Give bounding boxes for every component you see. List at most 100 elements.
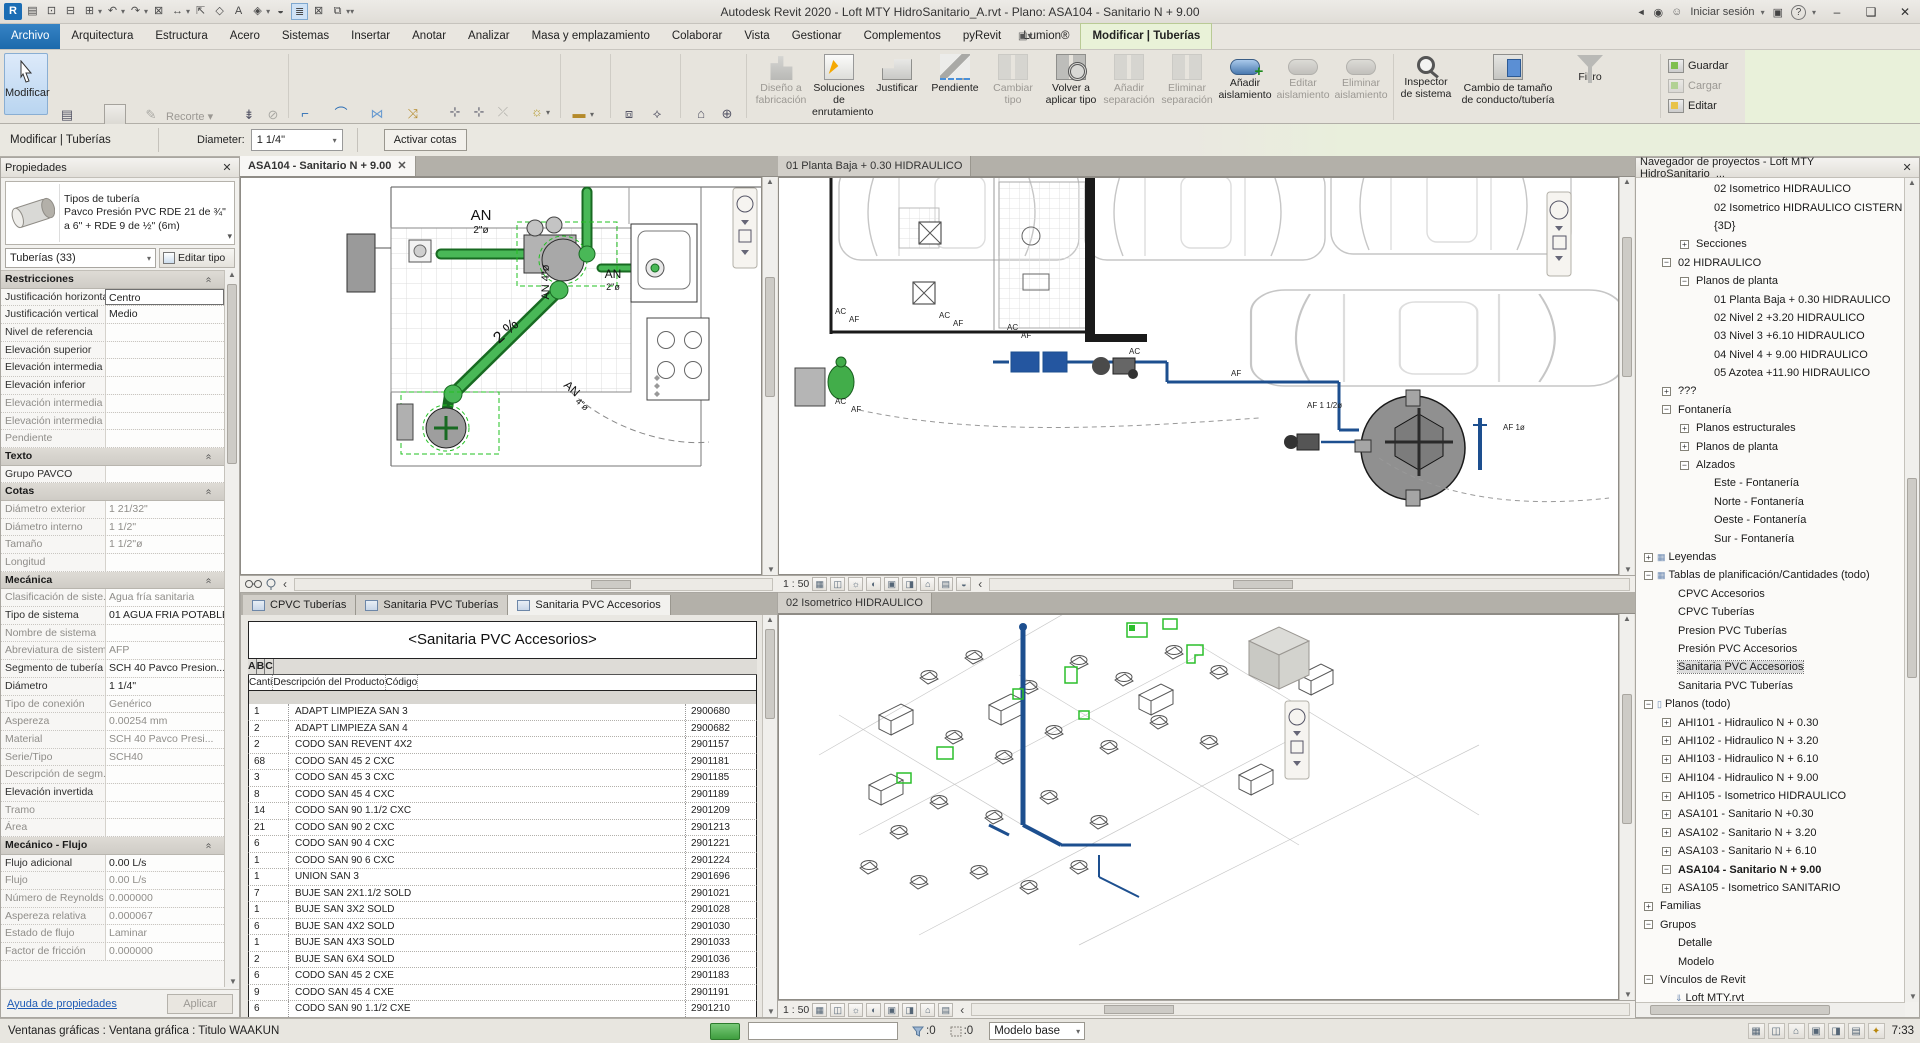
cell-description[interactable]: UNION SAN 3 — [289, 869, 686, 885]
ribbon-tab[interactable]: Acero — [219, 24, 271, 49]
browser-item[interactable]: + ▦ Leyendas — [1636, 548, 1905, 566]
cell-quantity[interactable]: 6 — [249, 836, 289, 852]
ribbon-button[interactable]: Eliminar separación — [1158, 52, 1216, 118]
modify-state-icon[interactable]: ▣▾ — [1018, 24, 1032, 49]
cell-code[interactable]: 2901191 — [686, 985, 756, 1001]
table-row[interactable]: 7 BUJE SAN 2X1.1/2 SOLD 2901021 — [248, 886, 757, 903]
item-label[interactable]: Vínculos de Revit — [1660, 974, 1746, 986]
property-value[interactable] — [105, 359, 224, 376]
expander-icon[interactable]: + — [1662, 810, 1671, 819]
cell-code[interactable]: 2901189 — [686, 787, 756, 803]
cell-description[interactable]: CODO SAN 90 1.1/2 CXE — [289, 1001, 686, 1017]
unpin-icon[interactable]: ⤫ — [492, 102, 514, 124]
expander-icon[interactable]: + — [1662, 736, 1671, 745]
property-value[interactable]: 0.000000 — [105, 890, 224, 907]
select-pinned-icon[interactable]: ▤ — [1848, 1023, 1865, 1039]
browser-item[interactable]: − ASA104 - Sanitario N + 9.00 — [1636, 860, 1905, 878]
cell-quantity[interactable]: 2 — [249, 721, 289, 737]
save-selection-button[interactable]: Guardar — [1668, 56, 1742, 76]
item-label[interactable]: Familias — [1660, 900, 1701, 912]
browser-item[interactable]: Norte - Fontanería — [1636, 493, 1905, 511]
properties-scrollbar[interactable]: ▲▼ — [224, 270, 239, 987]
expand-bar-icon[interactable]: ‹ — [956, 1003, 968, 1017]
ribbon-tab[interactable]: Vista — [733, 24, 780, 49]
item-label[interactable]: 02 Isometrico HIDRAULICO — [1714, 183, 1851, 195]
table-row[interactable]: 2 BUJE SAN 6X4 SOLD 2901036 — [248, 952, 757, 969]
shadows-icon[interactable]: ◐ — [866, 1003, 881, 1017]
exclude-options-icon[interactable]: ⌂ — [1788, 1023, 1805, 1039]
item-label[interactable]: 02 Nivel 2 +3.20 HIDRAULICO — [1714, 312, 1865, 324]
cell-code[interactable]: 2901213 — [686, 820, 756, 836]
cell-quantity[interactable]: 1 — [249, 704, 289, 720]
default-3d-view-icon[interactable]: ◈ — [249, 3, 266, 20]
property-value[interactable] — [105, 554, 224, 571]
browser-item[interactable]: + AHI102 - Hidraulico N + 3.20 — [1636, 732, 1905, 750]
cell-quantity[interactable]: 9 — [249, 985, 289, 1001]
view-tab-schedule[interactable]: Sanitaria PVC Tuberías — [356, 595, 508, 615]
item-label[interactable]: Tablas de planificación/Cantidades (todo… — [1669, 569, 1870, 581]
analytic-display-icon[interactable]: ◒ — [956, 577, 971, 591]
item-label[interactable]: Planos (todo) — [1665, 698, 1730, 710]
tag-icon[interactable]: ◇ — [211, 3, 228, 20]
cell-quantity[interactable]: 14 — [249, 803, 289, 819]
reveal-hidden-glasses-icon[interactable] — [245, 579, 263, 589]
item-label[interactable]: CPVC Tuberías — [1678, 606, 1754, 618]
item-label[interactable]: 04 Nivel 4 + 9.00 HIDRAULICO — [1714, 349, 1868, 361]
table-row[interactable]: 8 CODO SAN 45 4 CXC 2901189 — [248, 787, 757, 804]
property-value[interactable]: Medio — [105, 306, 224, 323]
item-label[interactable]: Grupos — [1660, 919, 1696, 931]
activate-dimensions-button[interactable]: Activar cotas — [384, 129, 467, 151]
item-label[interactable]: ASA105 - Isometrico SANITARIO — [1678, 882, 1840, 894]
cell-code[interactable]: 2901157 — [686, 737, 756, 753]
browser-item[interactable]: ⇓ Loft MTY.rvt — [1636, 989, 1905, 1002]
cell-quantity[interactable]: 6 — [249, 919, 289, 935]
table-row[interactable]: 6 CODO SAN 90 4 CXC 2901221 — [248, 836, 757, 853]
property-value[interactable] — [105, 766, 224, 783]
ribbon-tab[interactable]: Gestionar — [781, 24, 853, 49]
lock-3d-icon[interactable]: ⌂ — [920, 1003, 935, 1017]
item-label[interactable]: AHI101 - Hidraulico N + 0.30 — [1678, 717, 1818, 729]
cell-code[interactable]: 2901181 — [686, 754, 756, 770]
cell-quantity[interactable]: 2 — [249, 737, 289, 753]
aligned-dimension-icon[interactable]: ⇱ — [192, 3, 209, 20]
redo-icon[interactable]: ↷ — [127, 3, 144, 20]
property-value[interactable] — [105, 784, 224, 801]
item-label[interactable]: {3D} — [1714, 220, 1735, 232]
browser-item[interactable]: − Grupos — [1636, 916, 1905, 934]
property-value[interactable]: Centro — [105, 289, 224, 306]
modify-tool-button[interactable]: Modificar — [4, 53, 48, 115]
table-row[interactable]: 6 CODO SAN 90 1.1/2 CXE 2901210 — [248, 1001, 757, 1017]
browser-item[interactable]: − Fontanería — [1636, 401, 1905, 419]
browser-item[interactable]: + AHI105 - Isometrico HIDRAULICO — [1636, 787, 1905, 805]
browser-item[interactable]: {3D} — [1636, 217, 1905, 235]
cell-description[interactable]: CODO SAN 45 3 CXC — [289, 770, 686, 786]
expander-icon[interactable]: − — [1680, 277, 1689, 286]
browser-item[interactable]: CPVC Tuberías — [1636, 603, 1905, 621]
expand-bar-icon[interactable]: ‹ — [279, 577, 291, 591]
table-row[interactable]: 6 CODO SAN 45 2 CXE 2901183 — [248, 968, 757, 985]
item-label[interactable]: AHI102 - Hidraulico N + 3.20 — [1678, 735, 1818, 747]
expander-icon[interactable]: − — [1644, 975, 1653, 984]
property-value[interactable]: 0.000067 — [105, 908, 224, 925]
item-label[interactable]: ??? — [1678, 385, 1696, 397]
properties-help-link[interactable]: Ayuda de propiedades — [7, 998, 117, 1010]
cell-quantity[interactable]: 7 — [249, 886, 289, 902]
cell-code[interactable]: 2901224 — [686, 853, 756, 869]
browser-item[interactable]: + ??? — [1636, 382, 1905, 400]
property-value[interactable]: 1 1/4" — [105, 678, 224, 695]
item-label[interactable]: Planos de planta — [1696, 441, 1778, 453]
item-label[interactable]: ASA102 - Sanitario N + 3.20 — [1678, 827, 1817, 839]
browser-item[interactable]: − 02 HIDRAULICO — [1636, 254, 1905, 272]
customize-qat-icon[interactable]: ▾ — [350, 7, 354, 16]
table-row[interactable]: 14 CODO SAN 90 1.1/2 CXC 2901209 — [248, 803, 757, 820]
type-caret-icon[interactable]: ▾ — [227, 231, 232, 242]
sign-in-button[interactable]: Iniciar sesión — [1690, 6, 1754, 18]
property-value[interactable] — [105, 625, 224, 642]
table-row[interactable]: 2 CODO SAN REVENT 4X2 2901157 — [248, 737, 757, 754]
expand-bar-icon[interactable]: ‹ — [974, 577, 986, 591]
table-row[interactable]: 21 CODO SAN 90 2 CXC 2901213 — [248, 820, 757, 837]
cell-quantity[interactable]: 21 — [249, 820, 289, 836]
cell-code[interactable]: 2901210 — [686, 1001, 756, 1017]
column-header[interactable]: Descripción del Producto — [273, 675, 385, 690]
thin-lines-icon[interactable]: ≣ — [291, 3, 308, 20]
